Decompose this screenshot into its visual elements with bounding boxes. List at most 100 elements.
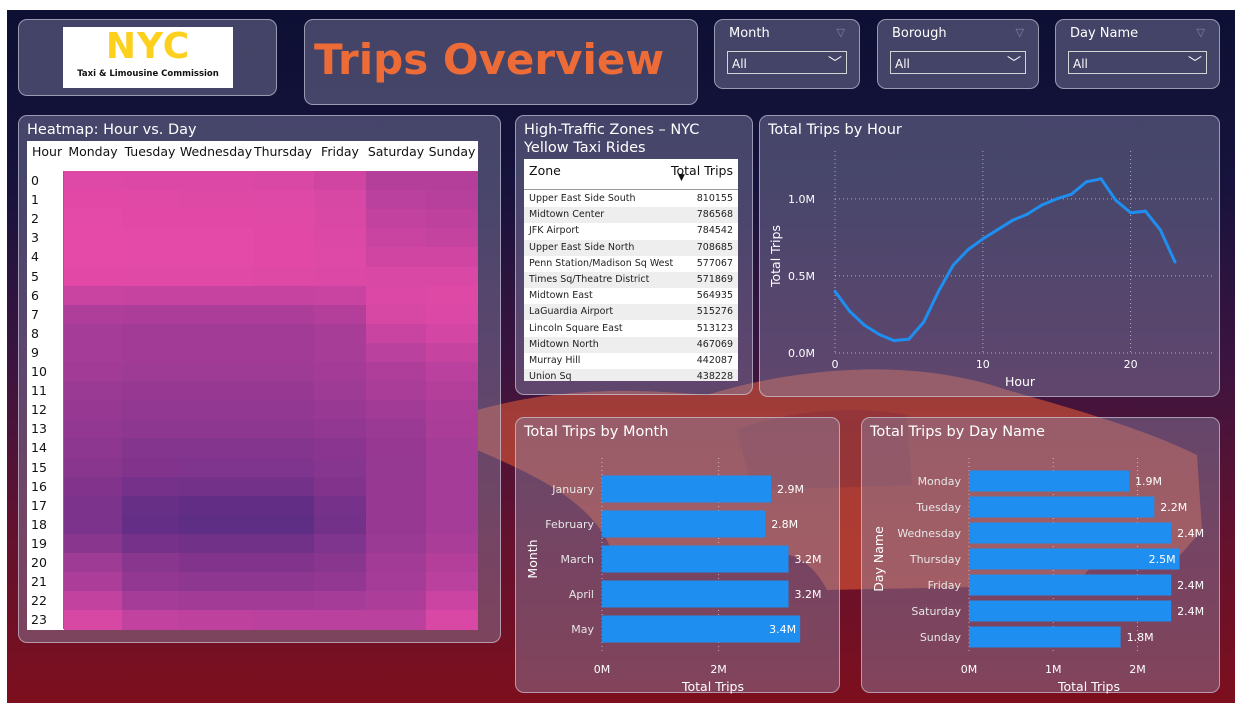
heatmap-cell-tuesday-4[interactable] [122, 247, 179, 268]
heatmap-cell-friday-13[interactable] [314, 419, 366, 440]
heatmap-cell-monday-10[interactable] [64, 362, 122, 382]
heatmap-cell-thursday-1[interactable] [253, 190, 314, 211]
heatmap-cell-thursday-5[interactable] [253, 266, 314, 287]
heatmap-cell-monday-15[interactable] [64, 457, 122, 478]
heatmap-cell-wednesday-15[interactable] [179, 457, 253, 478]
heatmap-cell-sunday-18[interactable] [426, 514, 478, 535]
heatmap-cell-saturday-0[interactable] [366, 171, 426, 191]
heatmap-cell-saturday-22[interactable] [366, 591, 426, 612]
slicer-month[interactable]: Month ▽ All ﹀ [714, 19, 860, 89]
heatmap-cell-wednesday-19[interactable] [179, 533, 253, 554]
heatmap-cell-saturday-9[interactable] [366, 342, 426, 363]
data-point-hour-11[interactable] [996, 228, 1000, 232]
data-point-hour-15[interactable] [1055, 197, 1059, 201]
bar-april[interactable] [602, 580, 789, 608]
chevron-down-icon[interactable]: ﹀ [1188, 53, 1202, 73]
data-point-hour-1[interactable] [848, 309, 852, 313]
heatmap-cell-saturday-21[interactable] [366, 572, 426, 593]
heatmap-cell-sunday-4[interactable] [426, 247, 478, 268]
heatmap-cell-tuesday-1[interactable] [122, 190, 179, 211]
data-point-hour-7[interactable] [936, 289, 940, 293]
heatmap-cell-tuesday-17[interactable] [122, 495, 179, 516]
heatmap-cell-sunday-1[interactable] [426, 190, 478, 211]
heatmap-cell-wednesday-5[interactable] [179, 266, 253, 287]
heatmap-cell-saturday-19[interactable] [366, 533, 426, 554]
heatmap-cell-tuesday-22[interactable] [122, 591, 179, 612]
table-row[interactable]: Midtown East 564935 [524, 288, 738, 305]
heatmap-cell-saturday-23[interactable] [366, 610, 426, 631]
data-point-hour-9[interactable] [966, 248, 970, 252]
bar-march[interactable] [602, 545, 789, 573]
heatmap-cell-monday-21[interactable] [64, 572, 122, 593]
heatmap-cell-sunday-2[interactable] [426, 209, 478, 230]
heatmap-cell-tuesday-5[interactable] [122, 266, 179, 287]
data-point-hour-12[interactable] [1010, 218, 1014, 222]
heatmap-cell-thursday-18[interactable] [253, 514, 314, 535]
heatmap-cell-sunday-19[interactable] [426, 533, 478, 554]
heatmap-cell-saturday-13[interactable] [366, 419, 426, 440]
heatmap-cell-monday-7[interactable] [64, 304, 122, 325]
heatmap-cell-thursday-11[interactable] [253, 381, 314, 402]
slicer-header-chevron-icon[interactable]: ▽ [1016, 26, 1024, 39]
heatmap-cell-wednesday-9[interactable] [179, 342, 253, 363]
day-name-dropdown[interactable]: All ﹀ [1068, 51, 1207, 74]
heatmap-cell-sunday-15[interactable] [426, 457, 478, 478]
heatmap-cell-tuesday-21[interactable] [122, 572, 179, 593]
heatmap-cell-thursday-9[interactable] [253, 342, 314, 363]
heatmap-cell-friday-5[interactable] [314, 266, 366, 287]
heatmap-cell-thursday-19[interactable] [253, 533, 314, 554]
heatmap-cell-sunday-13[interactable] [426, 419, 478, 440]
heatmap-cell-monday-11[interactable] [64, 381, 122, 402]
heatmap-cell-saturday-1[interactable] [366, 190, 426, 211]
heatmap-cell-sunday-23[interactable] [426, 610, 478, 631]
heatmap-cell-saturday-5[interactable] [366, 266, 426, 287]
heatmap-cell-sunday-6[interactable] [426, 285, 478, 306]
table-row[interactable]: Union Sq 438228 [524, 369, 738, 381]
table-row[interactable]: Lincoln Square East 513123 [524, 320, 738, 337]
heatmap-cell-thursday-13[interactable] [253, 419, 314, 440]
slicer-header-chevron-icon[interactable]: ▽ [1197, 26, 1205, 39]
heatmap-cell-thursday-20[interactable] [253, 553, 314, 573]
heatmap-cell-monday-16[interactable] [64, 476, 122, 497]
heatmap-cell-thursday-10[interactable] [253, 362, 314, 382]
heatmap-cell-friday-14[interactable] [314, 438, 366, 459]
heatmap-cell-monday-13[interactable] [64, 419, 122, 440]
heatmap-cell-thursday-22[interactable] [253, 591, 314, 612]
month-dropdown[interactable]: All ﹀ [727, 51, 847, 74]
heatmap-cell-sunday-12[interactable] [426, 400, 478, 421]
borough-dropdown[interactable]: All ﹀ [890, 51, 1026, 74]
bar-wednesday[interactable] [969, 522, 1172, 544]
heatmap-cell-tuesday-19[interactable] [122, 533, 179, 554]
heatmap-cell-wednesday-17[interactable] [179, 495, 253, 516]
data-point-hour-14[interactable] [1040, 203, 1044, 207]
heatmap-cell-saturday-7[interactable] [366, 304, 426, 325]
heatmap-cell-wednesday-6[interactable] [179, 285, 253, 306]
slicer-day-name[interactable]: Day Name ▽ All ﹀ [1055, 19, 1220, 89]
heatmap-cell-friday-15[interactable] [314, 457, 366, 478]
heatmap-cell-tuesday-11[interactable] [122, 381, 179, 402]
table-row[interactable]: LaGuardia Airport 515276 [524, 304, 738, 321]
data-point-hour-3[interactable] [877, 333, 881, 336]
heatmap-cell-tuesday-12[interactable] [122, 400, 179, 421]
heatmap-cell-monday-20[interactable] [64, 553, 122, 573]
heatmap-cell-saturday-3[interactable] [366, 228, 426, 249]
heatmap-cell-monday-0[interactable] [64, 171, 122, 191]
heatmap-cell-saturday-12[interactable] [366, 400, 426, 421]
heatmap-cell-monday-4[interactable] [64, 247, 122, 268]
heatmap-cell-wednesday-13[interactable] [179, 419, 253, 440]
bar-january[interactable] [602, 475, 772, 503]
heatmap-cell-wednesday-14[interactable] [179, 438, 253, 459]
bar-tuesday[interactable] [969, 496, 1155, 518]
heatmap-cell-thursday-6[interactable] [253, 285, 314, 306]
table-row[interactable]: JFK Airport 784542 [524, 223, 738, 240]
data-point-hour-21[interactable] [1143, 209, 1147, 213]
data-point-hour-22[interactable] [1158, 228, 1162, 232]
slicer-header-chevron-icon[interactable]: ▽ [837, 26, 845, 39]
heatmap-cell-wednesday-11[interactable] [179, 381, 253, 402]
bar-monday[interactable] [969, 470, 1130, 492]
heatmap-cell-wednesday-7[interactable] [179, 304, 253, 325]
heatmap-cell-friday-20[interactable] [314, 553, 366, 573]
heatmap-cell-monday-2[interactable] [64, 209, 122, 230]
heatmap-cell-friday-16[interactable] [314, 476, 366, 497]
data-point-hour-13[interactable] [1025, 212, 1029, 216]
